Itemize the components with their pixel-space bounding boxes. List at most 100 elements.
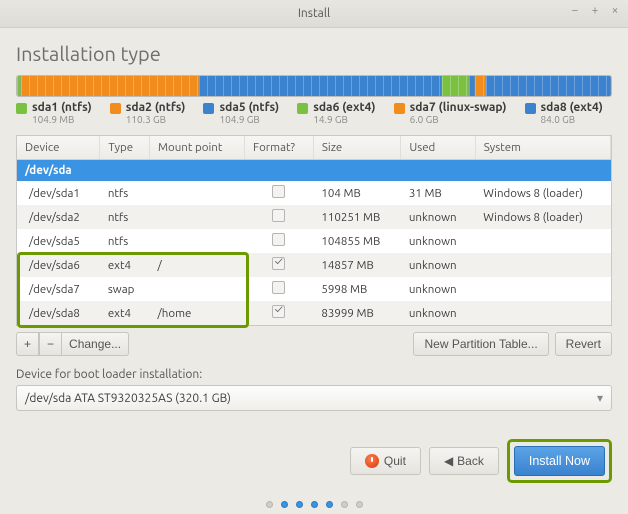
table-cell: ntfs bbox=[100, 229, 150, 253]
legend-size: 104.9 GB bbox=[219, 114, 279, 125]
table-cell bbox=[150, 277, 245, 301]
titlebar: Install − + × bbox=[0, 0, 628, 28]
legend-swatch bbox=[16, 103, 27, 114]
format-checkbox[interactable] bbox=[272, 209, 285, 222]
table-row[interactable]: /dev/sda5ntfs104855 MBunknown bbox=[17, 229, 611, 253]
usage-segment bbox=[21, 76, 199, 96]
legend-item: sda1 (ntfs)104.9 MB bbox=[16, 101, 92, 125]
back-button[interactable]: ◀ Back bbox=[429, 447, 499, 475]
table-cell: unknown bbox=[401, 205, 475, 229]
table-cell: 14857 MB bbox=[313, 253, 400, 277]
table-cell bbox=[150, 205, 245, 229]
table-group-row[interactable]: /dev/sda bbox=[17, 160, 611, 182]
table-cell: 83999 MB bbox=[313, 301, 400, 325]
table-row[interactable]: /dev/sda7swap5998 MBunknown bbox=[17, 277, 611, 301]
table-cell bbox=[475, 253, 610, 277]
table-header-row: Device Type Mount point Format? Size Use… bbox=[17, 136, 611, 160]
change-partition-button[interactable]: Change... bbox=[62, 332, 129, 356]
legend-size: 84.0 GB bbox=[541, 114, 603, 125]
table-cell: /dev/sda6 bbox=[17, 253, 100, 277]
col-mount[interactable]: Mount point bbox=[150, 136, 245, 160]
table-cell bbox=[150, 229, 245, 253]
table-cell: ext4 bbox=[100, 253, 150, 277]
table-cell: ntfs bbox=[100, 205, 150, 229]
revert-button[interactable]: Revert bbox=[555, 332, 612, 356]
table-row[interactable]: /dev/sda2ntfs 110251 MBunknownWindows 8 (… bbox=[17, 205, 611, 229]
col-format[interactable]: Format? bbox=[245, 136, 314, 160]
table-cell: unknown bbox=[401, 253, 475, 277]
legend-swatch bbox=[110, 103, 121, 114]
table-cell: 110251 MB bbox=[313, 205, 400, 229]
table-cell: swap bbox=[100, 277, 150, 301]
legend-swatch bbox=[203, 103, 214, 114]
window-title: Install bbox=[298, 7, 330, 20]
legend-swatch bbox=[394, 103, 405, 114]
table-cell: /dev/sda2 bbox=[17, 205, 100, 229]
step-dot bbox=[326, 501, 333, 508]
table-cell: /dev/sda8 bbox=[17, 301, 100, 325]
table-cell: 104855 MB bbox=[313, 229, 400, 253]
col-device[interactable]: Device bbox=[17, 136, 100, 160]
footer-buttons: Quit ◀ Back Install Now bbox=[16, 439, 612, 483]
format-checkbox[interactable] bbox=[272, 305, 285, 318]
col-type[interactable]: Type bbox=[100, 136, 150, 160]
table-cell: 31 MB bbox=[401, 181, 475, 205]
page-title: Installation type bbox=[16, 42, 612, 65]
legend-item: sda8 (ext4)84.0 GB bbox=[525, 101, 603, 125]
new-partition-table-button[interactable]: New Partition Table... bbox=[413, 332, 548, 356]
table-cell: unknown bbox=[401, 229, 475, 253]
legend-size: 110.3 GB bbox=[126, 114, 186, 125]
col-system[interactable]: System bbox=[475, 136, 610, 160]
maximize-icon[interactable]: + bbox=[588, 4, 602, 17]
table-cell: Windows 8 (loader) bbox=[475, 205, 610, 229]
legend-size: 14.9 GB bbox=[313, 114, 375, 125]
col-used[interactable]: Used bbox=[401, 136, 475, 160]
boot-loader-select[interactable]: /dev/sda ATA ST9320325AS (320.1 GB) ▾ bbox=[16, 385, 612, 411]
table-cell: /dev/sda7 bbox=[17, 277, 100, 301]
add-partition-button[interactable]: + bbox=[16, 332, 39, 356]
quit-button[interactable]: Quit bbox=[350, 447, 421, 475]
table-cell bbox=[150, 181, 245, 205]
partition-usage-bar bbox=[16, 75, 612, 97]
step-dot bbox=[281, 501, 288, 508]
close-icon[interactable]: × bbox=[608, 4, 622, 17]
step-dot bbox=[311, 501, 318, 508]
legend-item: sda7 (linux-swap)6.0 GB bbox=[394, 101, 507, 125]
format-checkbox[interactable] bbox=[272, 185, 285, 198]
step-dot bbox=[296, 501, 303, 508]
usage-segment bbox=[442, 76, 469, 96]
table-cell: Windows 8 (loader) bbox=[475, 181, 610, 205]
install-highlight: Install Now bbox=[507, 439, 612, 483]
table-row[interactable]: /dev/sda8ext4/home83999 MBunknown bbox=[17, 301, 611, 325]
legend-label: sda7 (linux-swap) bbox=[410, 101, 507, 114]
table-cell: unknown bbox=[401, 277, 475, 301]
boot-loader-label: Device for boot loader installation: bbox=[16, 368, 612, 381]
format-checkbox[interactable] bbox=[272, 233, 285, 246]
step-dot bbox=[341, 501, 348, 508]
usage-segment bbox=[199, 76, 443, 96]
remove-partition-button[interactable]: − bbox=[39, 332, 62, 356]
legend-swatch bbox=[525, 103, 536, 114]
table-row[interactable]: /dev/sda1ntfs104 MB31 MBWindows 8 (loade… bbox=[17, 181, 611, 205]
install-now-button[interactable]: Install Now bbox=[514, 446, 605, 476]
legend-size: 104.9 MB bbox=[32, 114, 92, 125]
table-cell: /dev/sda1 bbox=[17, 181, 100, 205]
table-cell bbox=[475, 277, 610, 301]
usage-segment bbox=[475, 76, 486, 96]
table-cell: / bbox=[150, 253, 245, 277]
format-checkbox[interactable] bbox=[272, 281, 285, 294]
window-controls: − + × bbox=[568, 4, 622, 17]
content: Installation type sda1 (ntfs)104.9 MB sda… bbox=[0, 28, 628, 514]
minimize-icon[interactable]: − bbox=[568, 4, 582, 17]
boot-loader-value: /dev/sda ATA ST9320325AS (320.1 GB) bbox=[25, 392, 231, 405]
table-cell: /home bbox=[150, 301, 245, 325]
col-size[interactable]: Size bbox=[313, 136, 400, 160]
table-row[interactable]: /dev/sda6ext4/ 14857 MBunknown bbox=[17, 253, 611, 277]
legend-label: sda6 (ext4) bbox=[313, 101, 375, 114]
table-cell: unknown bbox=[401, 301, 475, 325]
legend-item: sda5 (ntfs)104.9 GB bbox=[203, 101, 279, 125]
table-cell bbox=[475, 229, 610, 253]
format-checkbox[interactable] bbox=[272, 257, 285, 270]
back-label: Back bbox=[457, 454, 484, 468]
partition-table: Device Type Mount point Format? Size Use… bbox=[16, 135, 612, 326]
